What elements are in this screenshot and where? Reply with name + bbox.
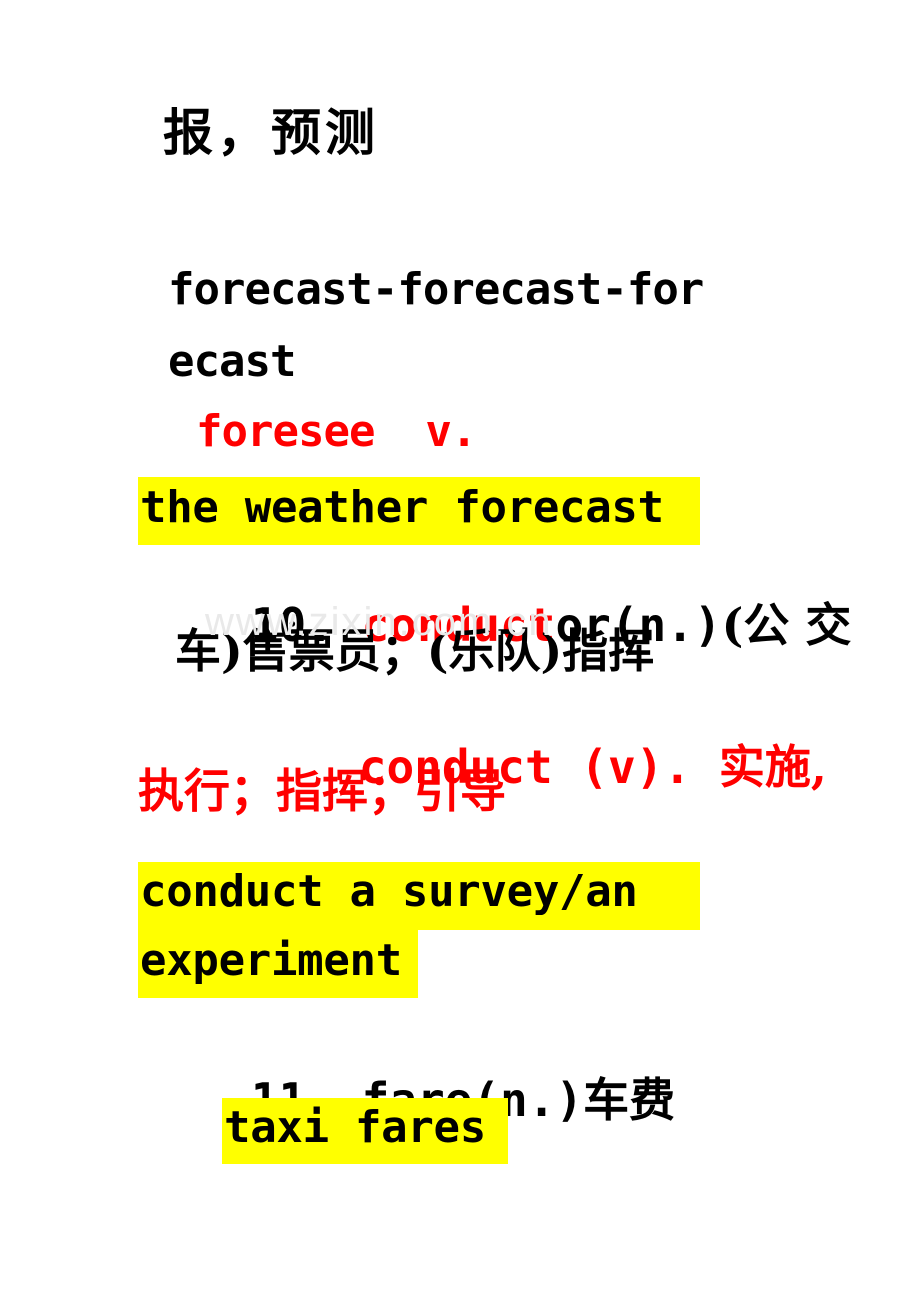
derivative-conduct-definition-line-2: 执行；指挥；引导	[138, 764, 506, 818]
collocation-weather-forecast: the weather forecast	[140, 482, 664, 533]
document-page: www.zixin.com.cn 报，预测 forecast-forecast-…	[0, 0, 920, 1302]
synonym-foresee: foresee v.	[196, 406, 477, 457]
collocation-taxi-fares: taxi fares	[224, 1102, 486, 1153]
entry-11-definition: 车费	[583, 1073, 676, 1127]
forecast-forms-line-2: ecast	[168, 336, 296, 387]
heading-chinese-gloss: 报，预测	[163, 103, 379, 162]
derivative-conduct-part-of-speech: (v).	[580, 740, 692, 794]
collocation-conduct-survey-line-1: conduct a survey/an	[140, 866, 638, 917]
collocation-conduct-survey-line-2: experiment	[140, 935, 402, 986]
forecast-forms-line-1: forecast-forecast-for	[168, 264, 704, 315]
entry-10-definition-line-2: 车)售票员；(乐队)指挥	[175, 624, 655, 678]
derivative-conduct-definition-line-1: 实施,	[718, 740, 827, 794]
entry-10-definition-line-1: (公 交	[721, 598, 852, 652]
